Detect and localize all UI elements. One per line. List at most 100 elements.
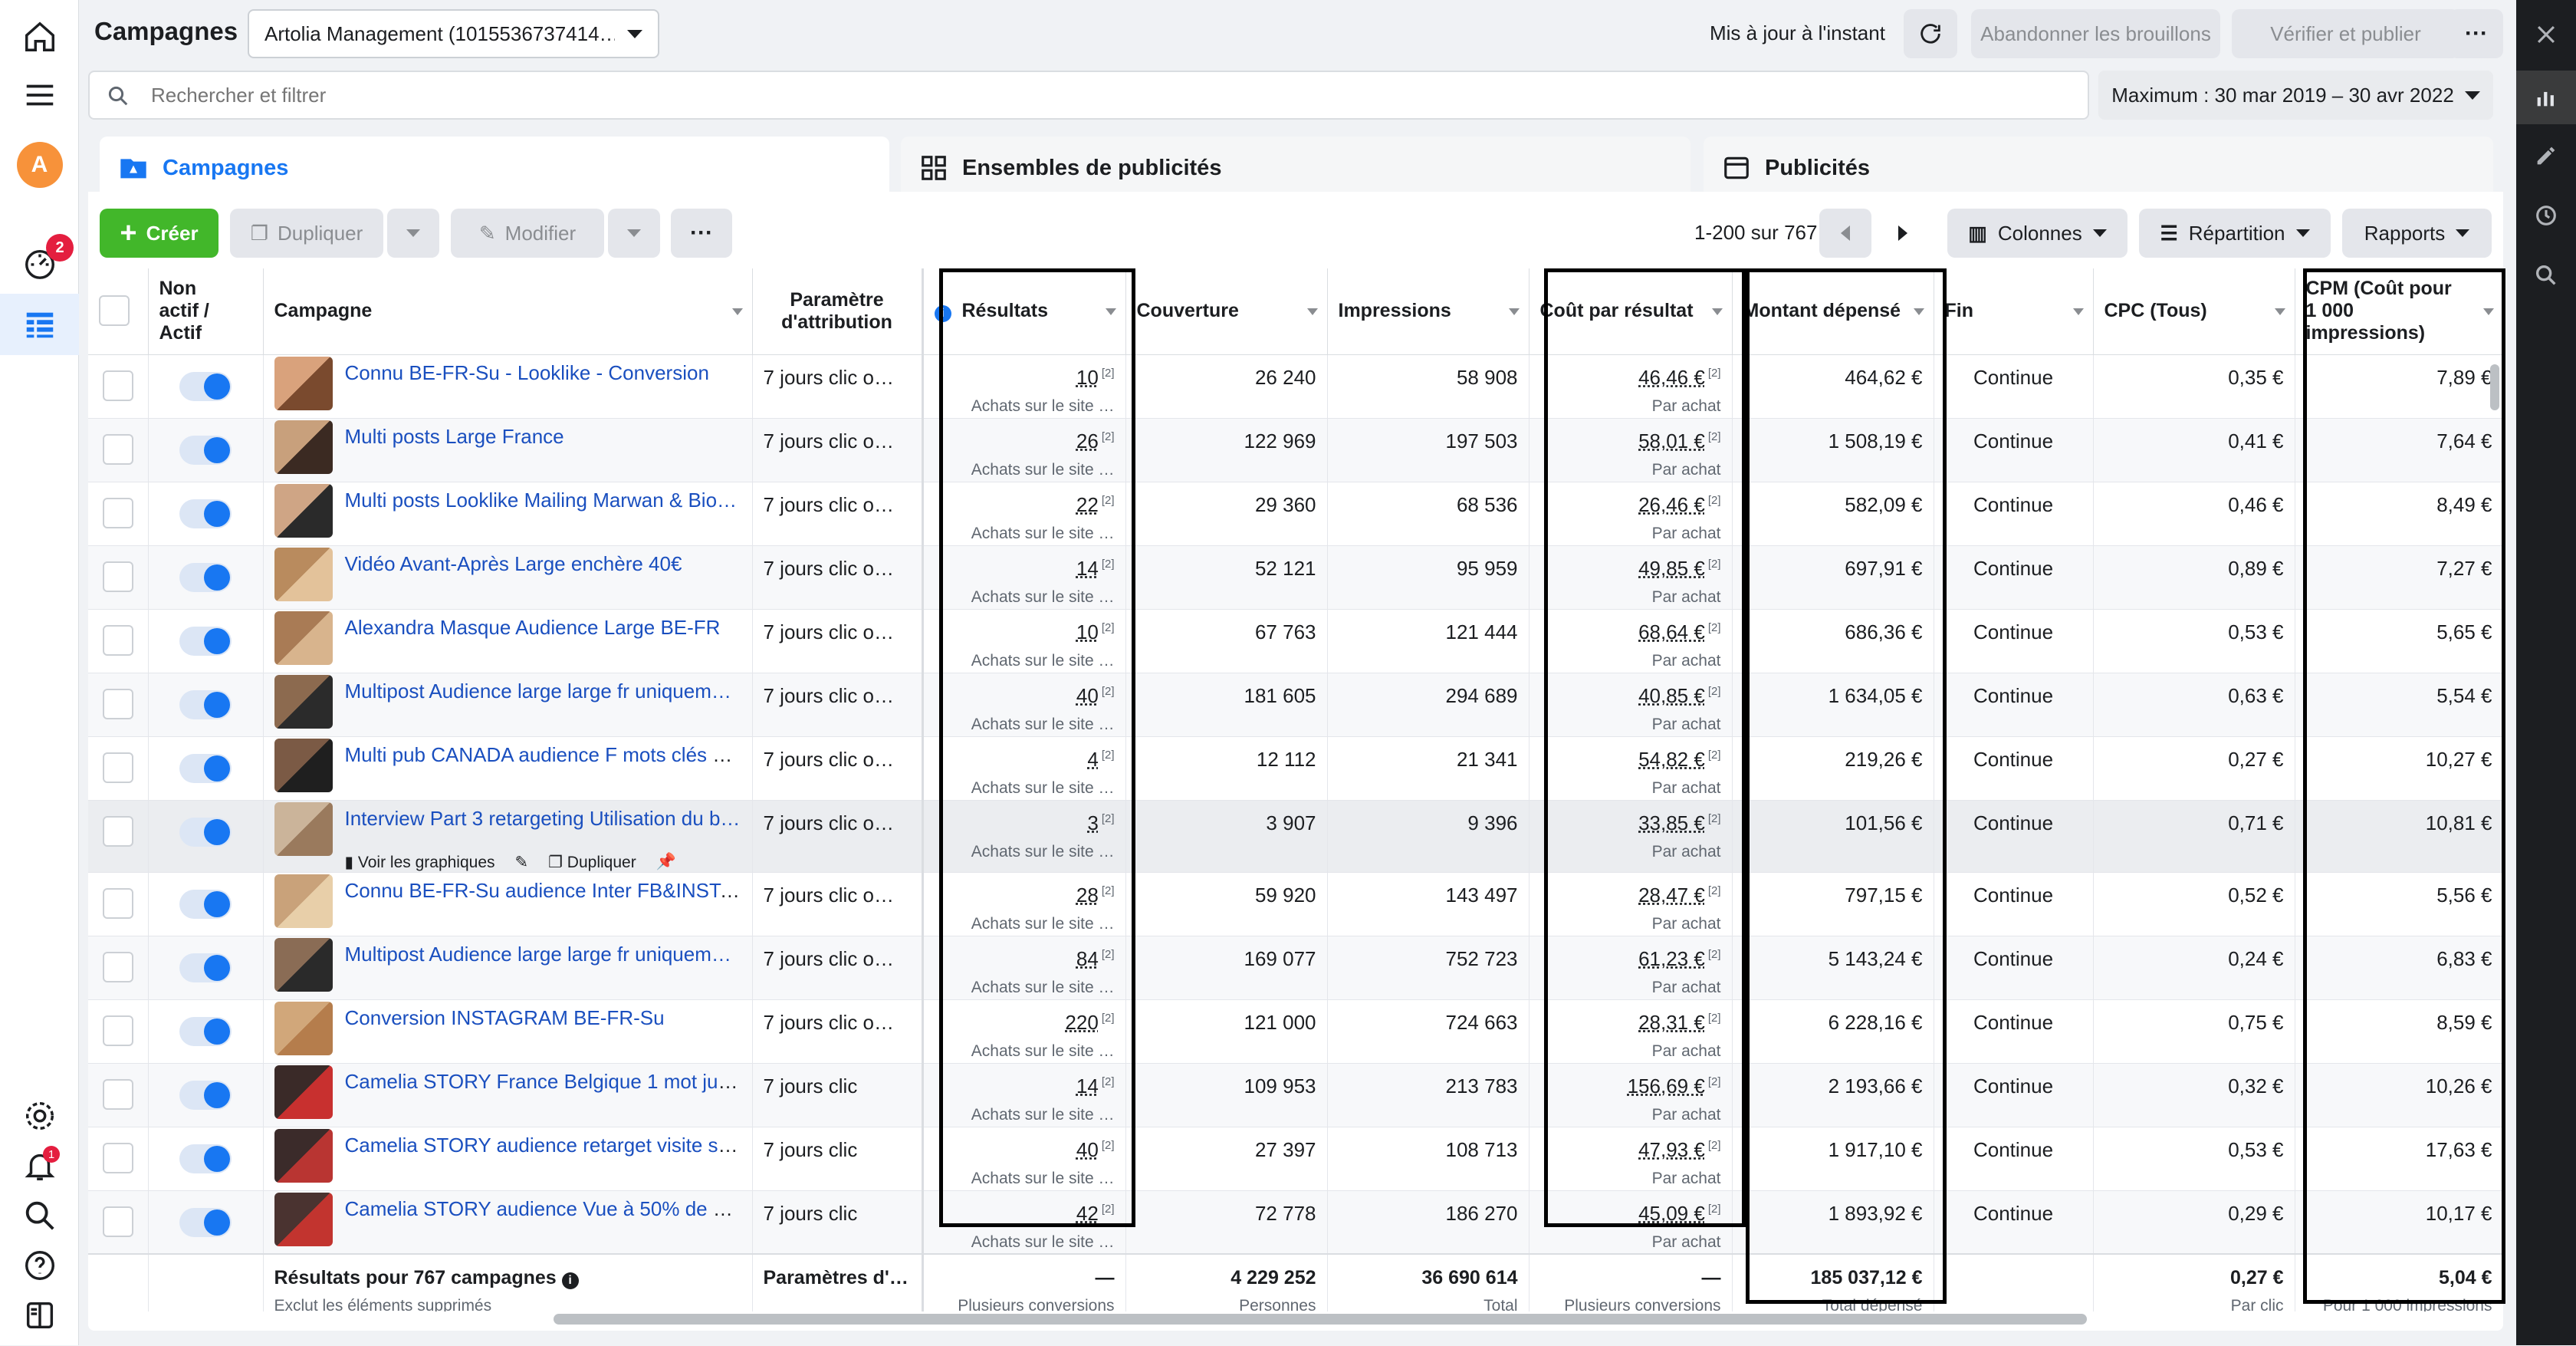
search-bar[interactable] [88,71,2089,120]
status-toggle[interactable] [179,689,232,719]
table-row[interactable]: Connu BE-FR-Su audience Inter FB&INSTA …… [88,872,2503,936]
duplicate-link[interactable]: ❐ Dupliquer [548,853,636,872]
col-results[interactable]: i Résultats [922,268,1126,355]
table-row[interactable]: Multipost Audience large large fr unique… [88,936,2503,1000]
campaign-name-link[interactable]: Conversion INSTAGRAM BE-FR-Su [345,1006,665,1029]
edit-icon[interactable]: ✎ [515,853,529,872]
campaign-name-link[interactable]: Connu BE-FR-Su - Looklike - Conversion [345,361,709,384]
col-campaign[interactable]: Campagne [263,268,753,355]
campaign-name-link[interactable]: Multi posts Large France [345,425,564,448]
col-cpm[interactable]: CPM (Coût pour 1 000 impressions) [2295,268,2503,355]
campaign-name-link[interactable]: Connu BE-FR-Su audience Inter FB&INSTA … [345,879,752,902]
row-checkbox[interactable] [102,1206,133,1237]
row-checkbox[interactable] [102,433,133,465]
inspect-icon[interactable] [2516,248,2576,302]
dashboard-icon[interactable]: 2 [0,232,79,294]
campaign-name-link[interactable]: Camelia STORY audience Vue à 50% de vid… [345,1197,752,1220]
discard-drafts-button[interactable]: Abandonner les brouillons [1971,9,2220,58]
row-checkbox[interactable] [102,951,133,982]
status-toggle[interactable] [179,435,232,465]
col-amount-spent[interactable]: Montant dépensé [1732,268,1934,355]
horizontal-scrollbar[interactable] [554,1314,2087,1325]
table-row[interactable]: Vidéo Avant-Après Large enchère 40€ 7 jo… [88,545,2503,610]
history-icon[interactable] [2516,189,2576,242]
row-checkbox[interactable] [102,561,133,592]
table-row[interactable]: Conversion INSTAGRAM BE-FR-Su 7 jours cl… [88,999,2503,1064]
col-end[interactable]: Fin [1934,268,2094,355]
table-row[interactable]: Multi pub CANADA audience F mots clés S…… [88,736,2503,801]
campaign-name-link[interactable]: Vidéo Avant-Après Large enchère 40€ [345,552,682,575]
select-all-checkbox[interactable] [99,295,130,327]
campaign-name-link[interactable]: Camelia STORY audience retarget visite s… [345,1134,748,1157]
table-row[interactable]: Camelia STORY audience retarget visite s… [88,1127,2503,1191]
status-toggle[interactable] [179,817,232,847]
search-input[interactable] [151,80,1991,110]
status-toggle[interactable] [179,953,232,982]
date-range-button[interactable]: Maximum : 30 mar 2019 – 30 avr 2022 [2098,71,2493,120]
campaign-name-link[interactable]: Alexandra Masque Audience Large BE-FR [345,616,721,639]
panel-toggle-icon[interactable] [0,1285,79,1346]
campaign-name-link[interactable]: Multipost Audience large large fr unique… [345,943,731,966]
columns-button[interactable]: ▥ Colonnes [1947,209,2128,258]
duplicate-button[interactable]: ❐ Dupliquer [230,209,383,258]
vertical-scrollbar[interactable] [2490,364,2499,410]
campaign-name-link[interactable]: Multi posts Looklike Mailing Marwan & Bi… [345,489,738,512]
row-checkbox[interactable] [102,887,133,919]
row-checkbox[interactable] [102,370,133,401]
view-charts-link[interactable]: ▮ Voir les graphiques [345,853,495,872]
status-toggle[interactable] [179,626,232,656]
refresh-button[interactable] [1904,9,1957,58]
campaigns-table-icon[interactable] [0,294,79,355]
status-toggle[interactable] [179,1016,232,1046]
close-icon[interactable] [2516,8,2576,61]
tab-publicites[interactable]: Publicités [1704,137,2493,199]
campaign-name-link[interactable]: Multipost Audience large large fr unique… [345,680,731,703]
reports-button[interactable]: Rapports [2342,209,2492,258]
col-cost-per-result[interactable]: Coût par résultat [1529,268,1733,355]
status-toggle[interactable] [179,1144,232,1173]
col-reach[interactable]: Couverture [1125,268,1328,355]
tab-campagnes[interactable]: Campagnes [100,137,889,199]
col-cpc[interactable]: CPC (Tous) [2093,268,2295,355]
breakdown-button[interactable]: ☰ Répartition [2139,209,2331,258]
pencil-icon[interactable] [2516,129,2576,183]
row-checkbox[interactable] [102,688,133,719]
select-all-header[interactable] [88,268,149,355]
row-checkbox[interactable] [102,497,133,528]
table-row[interactable]: Connu BE-FR-Su - Looklike - Conversion 7… [88,354,2503,419]
status-toggle[interactable] [179,1207,232,1237]
edit-button[interactable]: ✎ Modifier [451,209,604,258]
row-checkbox[interactable] [102,815,133,847]
table-row[interactable]: Alexandra Masque Audience Large BE-FR 7 … [88,609,2503,673]
campaign-name-link[interactable]: Multi pub CANADA audience F mots clés S… [345,743,746,766]
status-toggle[interactable] [179,1080,232,1110]
table-row[interactable]: Multi posts Looklike Mailing Marwan & Bi… [88,482,2503,546]
more-icon[interactable]: ··· [671,209,732,258]
duplicate-dropdown[interactable] [387,209,439,258]
more-icon[interactable]: ··· [2450,9,2503,58]
edit-dropdown[interactable] [608,209,660,258]
status-toggle[interactable] [179,499,232,528]
table-row[interactable]: Camelia STORY audience Vue à 50% de vid…… [88,1190,2503,1255]
pin-icon[interactable]: 📌 [656,853,676,872]
next-page-button[interactable] [1877,209,1929,258]
status-toggle[interactable] [179,753,232,783]
table-row[interactable]: Multipost Audience large large fr unique… [88,673,2503,737]
campaign-name-link[interactable]: Camelia STORY France Belgique 1 mot jus… [345,1070,748,1093]
table-row[interactable]: Camelia STORY France Belgique 1 mot jus…… [88,1063,2503,1127]
row-checkbox[interactable] [102,1015,133,1046]
account-selector[interactable]: Artolia Management (1015536737414… [248,9,659,58]
prev-page-button[interactable] [1819,209,1871,258]
campaign-name-link[interactable]: Interview Part 3 retargeting Utilisation… [345,807,741,830]
col-impressions[interactable]: Impressions [1327,268,1530,355]
status-toggle[interactable] [179,562,232,592]
status-toggle[interactable] [179,371,232,401]
tab-ensembles[interactable]: Ensembles de publicités [901,137,1691,199]
col-attribution[interactable]: Paramètre d'attribution [752,268,924,355]
row-checkbox[interactable] [102,752,133,783]
review-publish-button[interactable]: Vérifier et publier [2232,9,2459,58]
chart-icon[interactable] [2516,71,2576,124]
create-button[interactable]: + Créer [100,209,219,258]
table-row[interactable]: Interview Part 3 retargeting Utilisation… [88,800,2503,873]
row-checkbox[interactable] [102,1142,133,1173]
